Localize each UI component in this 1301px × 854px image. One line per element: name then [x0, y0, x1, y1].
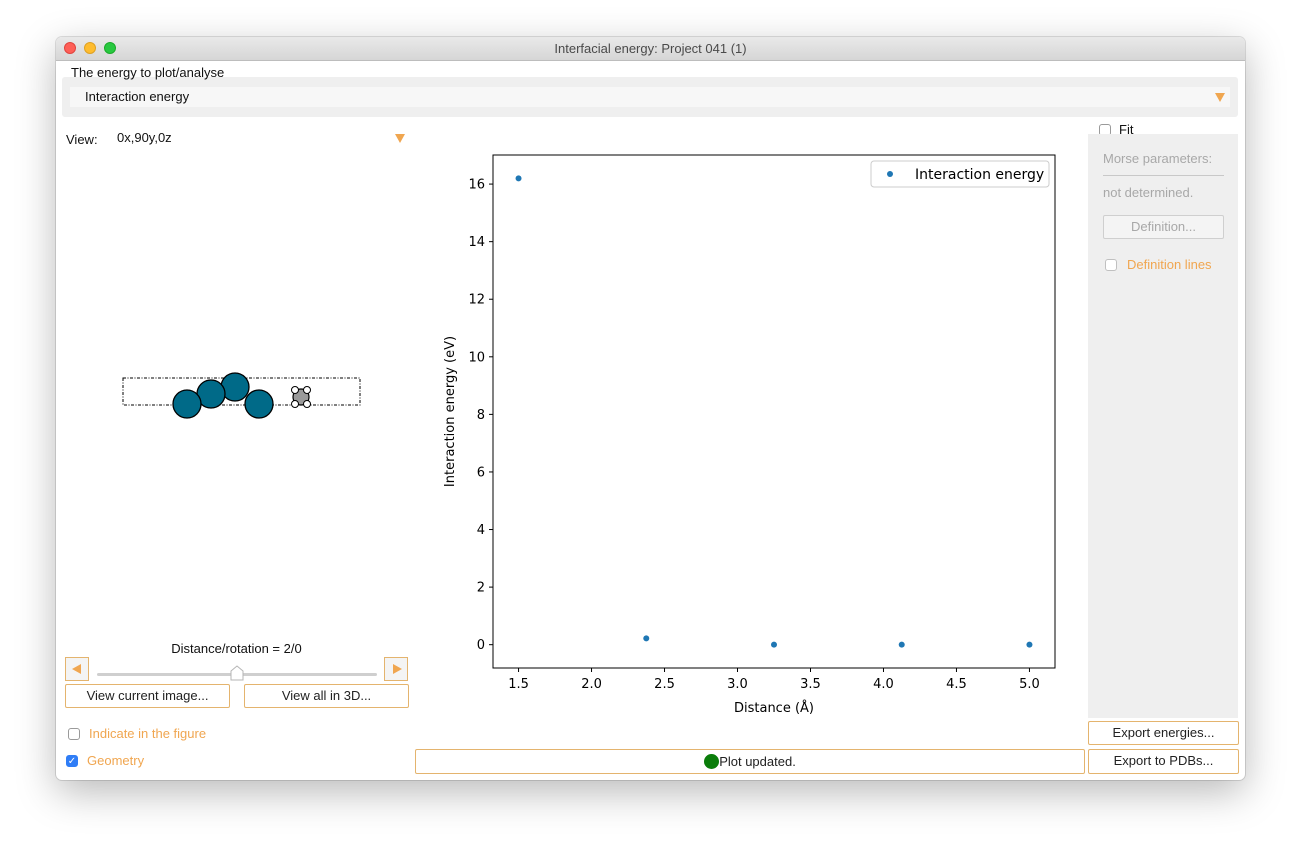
y-tick-label: 4 — [477, 523, 485, 538]
data-point — [1026, 641, 1033, 648]
energy-combobox-value: Interaction energy — [85, 89, 190, 104]
view-current-image-button[interactable]: View current image... — [65, 684, 230, 708]
slider-label: Distance/rotation = 2/0 — [171, 641, 302, 656]
y-tick-label: 2 — [477, 581, 485, 596]
morse-separator — [1103, 175, 1224, 176]
energy-combobox[interactable]: Interaction energy — [70, 87, 1230, 107]
y-tick-label: 6 — [477, 465, 485, 480]
x-tick-label: 2.0 — [581, 677, 602, 692]
status-indicator-icon — [704, 754, 720, 769]
export-energies-button[interactable]: Export energies... — [1088, 721, 1239, 745]
data-point — [898, 641, 905, 648]
next-step-button[interactable] — [384, 657, 408, 681]
y-tick-label: 16 — [468, 178, 485, 193]
arrow-right-icon — [393, 664, 402, 674]
status-message: Plot updated. — [719, 754, 796, 769]
indicate-in-figure-checkbox[interactable] — [68, 728, 80, 740]
x-tick-label: 3.0 — [727, 677, 748, 692]
view-label: View: — [66, 132, 98, 147]
distance-slider-thumb[interactable] — [229, 665, 245, 681]
chevron-down-icon — [1215, 93, 1225, 102]
data-point — [643, 635, 650, 642]
y-tick-label: 12 — [468, 293, 485, 308]
y-tick-label: 10 — [468, 350, 485, 365]
app-window: Interfacial energy: Project 041 (1) The … — [56, 37, 1245, 780]
view-combobox[interactable]: 0x,90y,0z — [108, 126, 408, 148]
view-combobox-value: 0x,90y,0z — [117, 130, 172, 145]
indicate-in-figure-label: Indicate in the figure — [89, 726, 207, 741]
y-tick-label: 8 — [477, 408, 485, 423]
x-tick-label: 3.5 — [800, 677, 821, 692]
geometry-view — [122, 372, 361, 419]
y-axis-label: Interaction energy (eV) — [443, 336, 458, 487]
plot-area — [492, 154, 1056, 669]
title-bar[interactable]: Interfacial energy: Project 041 (1) — [56, 37, 1245, 61]
view-all-3d-button[interactable]: View all in 3D... — [244, 684, 409, 708]
export-pdbs-button[interactable]: Export to PDBs... — [1088, 749, 1239, 774]
window-title: Interfacial energy: Project 041 (1) — [554, 41, 747, 56]
y-tick-label: 0 — [477, 638, 485, 653]
data-point — [515, 175, 522, 182]
geometry-checkbox[interactable]: ✓ — [66, 755, 78, 767]
atom-hydrogen — [291, 400, 299, 408]
x-axis-label: Distance (Å) — [734, 700, 814, 716]
definition-lines-checkbox[interactable] — [1105, 259, 1117, 271]
definition-lines-label: Definition lines — [1127, 257, 1212, 272]
previous-step-button[interactable] — [65, 657, 89, 681]
data-point — [771, 641, 777, 648]
morse-status: not determined. — [1103, 185, 1194, 200]
atom-hydrogen — [303, 400, 311, 408]
arrow-left-icon — [72, 664, 81, 674]
atom-large — [244, 389, 274, 419]
atom-large — [172, 389, 202, 419]
morse-parameters-label: Morse parameters: — [1103, 151, 1213, 166]
legend-label: Interaction energy — [915, 167, 1044, 183]
x-tick-label: 1.5 — [508, 677, 529, 692]
legend: Interaction energy — [870, 160, 1050, 188]
y-tick-label: 14 — [468, 235, 485, 250]
x-tick-label: 4.5 — [946, 677, 967, 692]
definition-button[interactable]: Definition... — [1103, 215, 1224, 239]
atom-hydrogen — [303, 386, 311, 394]
x-tick-label: 2.5 — [654, 677, 675, 692]
status-bar: Plot updated. — [415, 749, 1085, 774]
geometry-label: Geometry — [87, 753, 145, 768]
x-tick-label: 4.0 — [873, 677, 894, 692]
legend-marker — [887, 171, 893, 177]
x-tick-label: 5.0 — [1019, 677, 1040, 692]
energy-plot: 1.5 2.0 2.5 3.0 3.5 4.0 4.5 5.0 0 2 4 6 8 10 12 14 16 Dis… — [443, 154, 1056, 716]
energy-group-label: The energy to plot/analyse — [71, 65, 225, 80]
chevron-down-icon — [395, 134, 405, 143]
atom-hydrogen — [291, 386, 299, 394]
